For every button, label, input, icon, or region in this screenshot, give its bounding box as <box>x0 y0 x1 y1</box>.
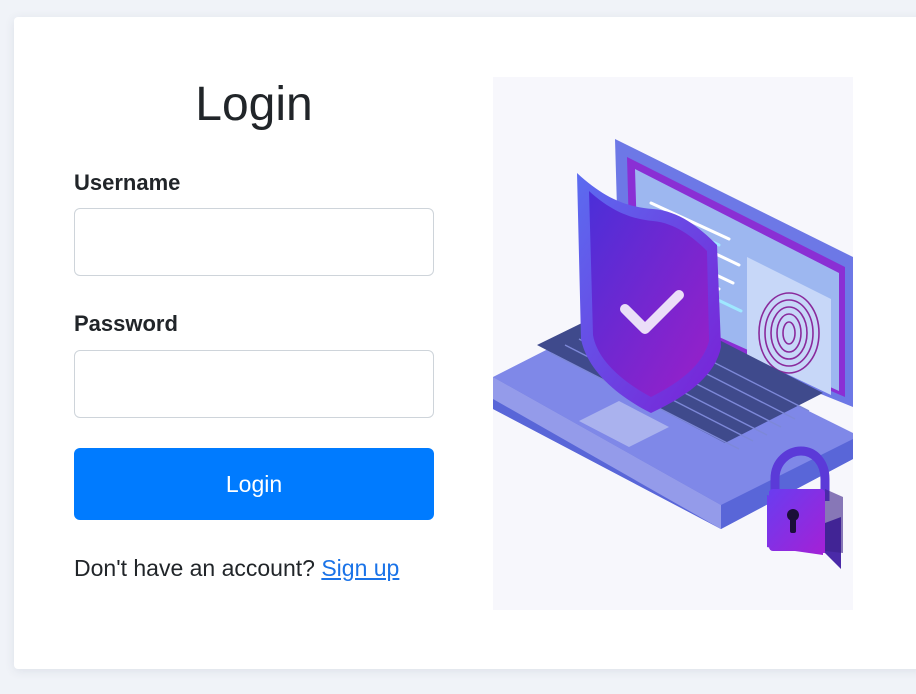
username-input[interactable] <box>74 208 434 276</box>
password-input[interactable] <box>74 350 434 418</box>
security-illustration <box>493 77 853 610</box>
password-label: Password <box>74 311 178 336</box>
login-card: Login Username Password Login Don't have… <box>14 17 916 669</box>
signup-row: Don't have an account? Sign up <box>74 555 399 582</box>
username-label: Username <box>74 170 181 195</box>
signup-link[interactable]: Sign up <box>321 555 399 581</box>
signup-prompt: Don't have an account? <box>74 555 315 581</box>
login-button[interactable]: Login <box>74 448 434 520</box>
page-title: Login <box>195 78 313 131</box>
